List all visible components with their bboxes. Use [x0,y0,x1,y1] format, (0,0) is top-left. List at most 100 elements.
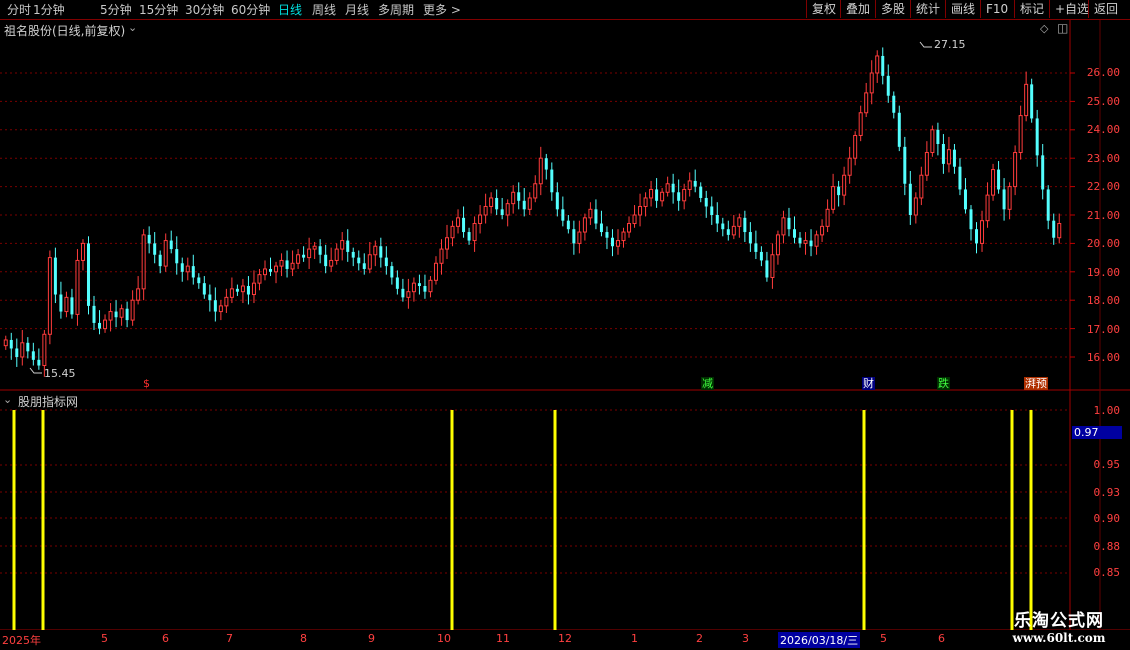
event-marker-finance[interactable]: 财 [862,377,875,390]
date-label: 2025年 [2,634,41,647]
timeframe-tab-more[interactable]: 更多 > [423,1,461,18]
crosshair-date-label: 2026/03/18/三 [778,632,861,648]
signal-bar [1029,410,1033,630]
back-button[interactable]: 返回 [1088,0,1123,18]
candle-body [70,297,74,315]
signal-bar [12,410,16,630]
multi-stock-button[interactable]: 多股 [875,0,910,18]
candle-body [958,166,962,190]
timeframe-tab-15min[interactable]: 15分钟 [139,1,178,18]
timeframe-tab-monthly[interactable]: 月线 [345,1,369,18]
price-label: 19.00 [1086,266,1120,279]
timeframe-tab-5min[interactable]: 5分钟 [100,1,132,18]
candle-body [130,299,135,321]
candle-body [610,237,614,247]
indicator-label: 1.00 [1093,404,1121,417]
candle-body [42,333,47,367]
candle-body [191,266,195,278]
candle-body [643,197,648,207]
indicator-label: 0.95 [1093,458,1121,471]
mark-button[interactable]: 标记 [1014,0,1049,18]
candlestick-series [3,41,1062,377]
candle-body [229,288,234,298]
date-label: 7 [226,632,233,645]
price-label: 18.00 [1086,294,1120,307]
candle-body [483,205,488,216]
candle-body [467,232,471,241]
candle-body [318,246,322,255]
candle-body [1013,152,1018,188]
candle-body [163,240,168,267]
candle-body [108,311,113,321]
candle-body [550,169,554,193]
date-label: 1 [631,632,638,645]
event-marker-forecast[interactable]: 湃预 [1024,377,1048,390]
date-label: 12 [558,632,572,645]
candle-body [462,217,466,233]
timeframe-tab-daily[interactable]: 日线 [278,1,302,18]
candle-body [153,243,157,255]
timeframe-tab-multi[interactable]: 多周期 [378,1,414,18]
candle-body [897,112,901,147]
candle-body [837,186,841,196]
event-marker-dollar[interactable]: $ [142,377,151,390]
diamond-icon[interactable]: ◇ [1040,22,1048,35]
candle-body [847,157,852,176]
price-label: 24.00 [1086,123,1120,136]
candle-body [9,339,13,349]
candle-body [853,134,858,159]
candle-body [197,277,201,284]
chart-canvas[interactable] [0,20,1130,630]
candle-body [64,296,69,313]
chart-title-dropdown-icon[interactable]: ⌄ [128,21,137,34]
draw-line-button[interactable]: 画线 [945,0,980,18]
candle-body [903,146,907,184]
candle-body [80,242,85,261]
date-label: 9 [368,632,375,645]
candle-body [406,291,411,298]
candle-body [1041,155,1045,190]
indicator-dropdown-icon[interactable]: ⌄ [3,393,12,406]
candle-body [136,288,141,301]
candle-body [169,240,173,250]
candle-body [605,232,609,238]
candle-body [329,259,334,267]
indicator-label: 0.85 [1093,566,1121,579]
timeframe-tab-intraday[interactable]: 分时 [7,1,31,18]
candle-body [561,209,565,221]
top-toolbar: 分时 1分钟 5分钟 15分钟 30分钟 60分钟 日线 周线 月线 多周期 更… [0,0,1130,20]
candle-body [59,294,63,312]
candle-body [881,55,885,76]
candle-body [687,180,692,190]
candle-body [699,186,703,198]
candle-body [75,259,80,315]
low-price-annotation: 15.45 [44,367,76,380]
candle-body [936,129,940,144]
candle-body [302,254,306,258]
timeframe-tab-30min[interactable]: 30分钟 [185,1,224,18]
candle-body [3,339,8,347]
date-label: 8 [300,632,307,645]
timeframe-tab-weekly[interactable]: 周线 [312,1,336,18]
timeframe-tab-60min[interactable]: 60分钟 [231,1,270,18]
restore-rights-button[interactable]: 复权 [806,0,841,18]
price-label: 21.00 [1086,209,1120,222]
date-label: 6 [162,632,169,645]
candle-body [15,348,19,357]
candle-body [809,240,813,247]
price-label: 16.00 [1086,351,1120,364]
timeframe-tab-1min[interactable]: 1分钟 [33,1,65,18]
event-marker-fall[interactable]: 跌 [937,377,950,390]
event-marker-reduce[interactable]: 减 [701,377,714,390]
statistics-button[interactable]: 统计 [910,0,945,18]
f10-button[interactable]: F10 [980,0,1013,18]
candle-body [296,254,301,264]
candle-body [704,197,708,207]
candle-body [285,260,289,269]
panel-window-icon[interactable]: ◫ [1057,21,1068,35]
candle-body [858,112,863,136]
overlay-button[interactable]: 叠加 [840,0,875,18]
price-label: 25.00 [1086,95,1120,108]
candle-body [103,319,108,330]
indicator-title: 股朋指标网 [18,395,79,409]
